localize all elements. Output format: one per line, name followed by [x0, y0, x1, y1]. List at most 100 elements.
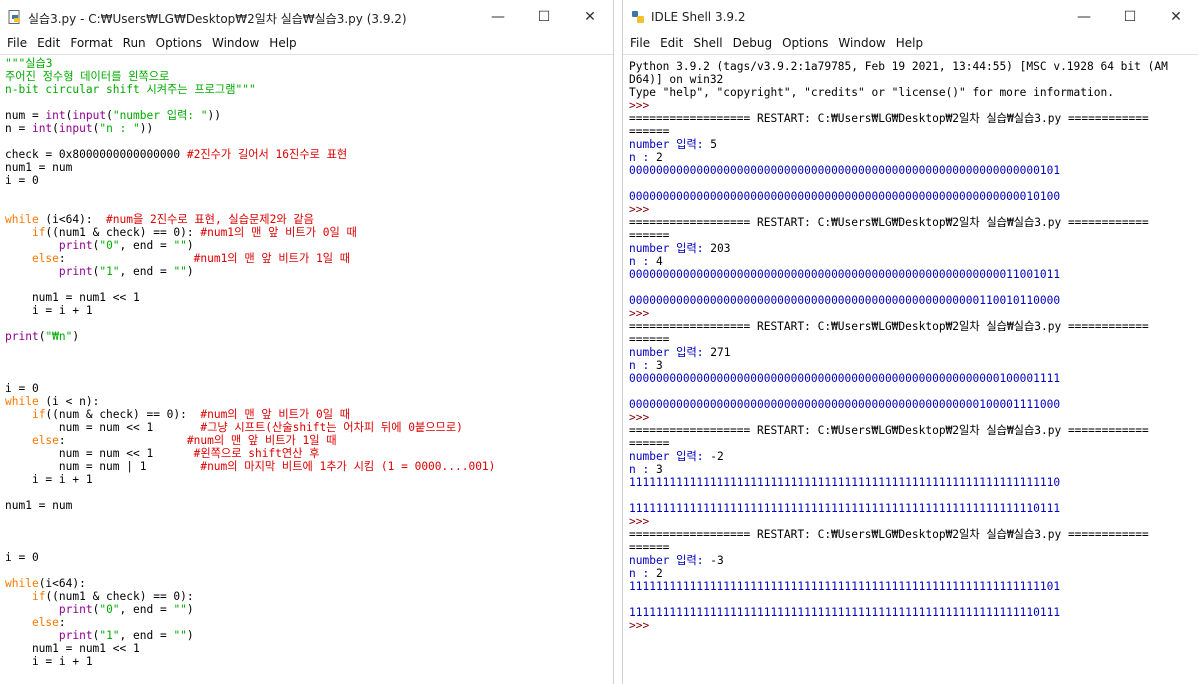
menu-options[interactable]: Options	[153, 34, 209, 54]
code-line-token: int	[45, 109, 66, 122]
code-line: i = 0	[5, 551, 39, 564]
maximize-button[interactable]: ☐	[521, 0, 567, 34]
menu-shell[interactable]: Shell	[690, 34, 729, 54]
shell-line: 1111111111111111111111111111111111111111…	[629, 476, 1060, 489]
shell-line-token: 0000000000000000000000000000000000000000…	[629, 190, 1061, 203]
shell-line-token: ================== RESTART: C:₩Users₩LG₩…	[629, 320, 1149, 333]
code-line-token: n-bit circular shift 시켜주는 프로그램"""	[5, 83, 256, 96]
shell-line-token: 0000000000000000000000000000000000000000…	[629, 398, 1061, 411]
code-line-token: if	[31, 408, 46, 421]
shell-line: ================== RESTART: C:₩Users₩LG₩…	[629, 112, 1149, 125]
shell-line: 1111111111111111111111111111111111111111…	[629, 580, 1060, 593]
code-line-token: print	[58, 603, 93, 616]
code-line: """실습3	[5, 57, 53, 70]
code-line-token	[5, 226, 32, 239]
code-line: print("0", end = "")	[5, 603, 194, 616]
code-line: i = i + 1	[5, 473, 93, 486]
code-line-token: num1 = num1 << 1	[5, 642, 140, 655]
shell-line-token: >>>	[629, 619, 656, 632]
code-line: num1 = num1 << 1	[5, 291, 140, 304]
menu-edit[interactable]: Edit	[657, 34, 690, 54]
shell-line-token: number 입력:	[629, 346, 711, 359]
shell-line-token: 3	[655, 463, 663, 476]
shell-line: number 입력: 271	[629, 346, 730, 359]
code-line-token: ((num & check) == 0):	[45, 408, 201, 421]
menu-file[interactable]: File	[627, 34, 657, 54]
code-line: if((num1 & check) == 0): #num1의 맨 앞 비트가 …	[5, 226, 357, 239]
code-line: while(i<64):	[5, 577, 86, 590]
code-line-token: #왼쪽으로 shift연산 후	[193, 447, 320, 460]
shell-line: D64)] on win32	[629, 73, 723, 86]
menu-help[interactable]: Help	[266, 34, 303, 54]
code-line-token	[5, 434, 32, 447]
shell-line: 1111111111111111111111111111111111111111…	[629, 502, 1060, 515]
shell-line-token: 0000000000000000000000000000000000000000…	[629, 372, 1061, 385]
editor-window: 실습3.py - C:₩Users₩LG₩Desktop₩2일차 실습₩실습3.…	[0, 0, 613, 684]
code-line-token: , end =	[119, 629, 174, 642]
shell-line: n : 2	[629, 151, 663, 164]
code-line-token: , end =	[119, 239, 174, 252]
menu-window[interactable]: Window	[209, 34, 266, 54]
code-line-token: (i<64):	[38, 577, 86, 590]
shell-line: 0000000000000000000000000000000000000000…	[629, 372, 1060, 385]
code-line-token: ""	[173, 603, 187, 616]
shell-output-area[interactable]: Python 3.9.2 (tags/v3.9.2:1a79785, Feb 1…	[623, 54, 1198, 684]
code-line-token: :	[58, 616, 66, 629]
code-line-token: num1 = num1 << 1	[5, 291, 140, 304]
shell-line: Type "help", "copyright", "credits" or "…	[629, 86, 1114, 99]
code-line-token: num1 = num	[5, 499, 73, 512]
code-line-token: num = num << 1	[5, 421, 201, 434]
shell-line-token: Python 3.9.2 (tags/v3.9.2:1a79785, Feb 1…	[629, 60, 1168, 73]
code-line: else: #num의 맨 앞 비트가 1일 때	[5, 434, 337, 447]
menu-file[interactable]: File	[4, 34, 34, 54]
minimize-button[interactable]: —	[475, 0, 521, 34]
shell-line-token: -3	[710, 554, 724, 567]
code-line-token: (i<64):	[38, 213, 107, 226]
shell-line: ======	[629, 229, 669, 242]
close-button[interactable]: ✕	[1153, 0, 1198, 34]
code-line: num = int(input("number 입력: "))	[5, 109, 221, 122]
shell-line: number 입력: 5	[629, 138, 717, 151]
close-button[interactable]: ✕	[567, 0, 613, 34]
code-line-token: i = 0	[5, 551, 39, 564]
code-line-token	[5, 252, 32, 265]
menu-format[interactable]: Format	[67, 34, 119, 54]
menu-window[interactable]: Window	[835, 34, 892, 54]
code-line-token: ""	[173, 629, 187, 642]
code-line-token: (	[106, 109, 113, 122]
shell-line-token: number 입력:	[629, 554, 711, 567]
shell-line-token: 4	[655, 255, 663, 268]
shell-line-token: ================== RESTART: C:₩Users₩LG₩…	[629, 528, 1149, 541]
maximize-button[interactable]: ☐	[1107, 0, 1153, 34]
code-line-token: while	[5, 577, 39, 590]
code-line-token: print	[5, 330, 39, 343]
menu-debug[interactable]: Debug	[730, 34, 779, 54]
shell-line: n : 3	[629, 359, 663, 372]
shell-line-token: n :	[629, 255, 656, 268]
shell-line-token: n :	[629, 463, 656, 476]
menu-edit[interactable]: Edit	[34, 34, 67, 54]
menu-options[interactable]: Options	[779, 34, 835, 54]
code-line-token: i = 0	[5, 174, 39, 187]
menu-run[interactable]: Run	[120, 34, 153, 54]
code-line-token: if	[31, 590, 46, 603]
code-line-token: ((num1 & check) == 0):	[45, 590, 194, 603]
code-line-token: :	[58, 434, 187, 447]
code-line-token: , end =	[119, 265, 174, 278]
shell-line: >>>	[629, 203, 656, 216]
shell-line: ================== RESTART: C:₩Users₩LG₩…	[629, 320, 1149, 333]
shell-titlebar[interactable]: IDLE Shell 3.9.2 — ☐ ✕	[623, 0, 1198, 34]
editor-titlebar[interactable]: 실습3.py - C:₩Users₩LG₩Desktop₩2일차 실습₩실습3.…	[0, 0, 613, 34]
code-line-token	[5, 616, 32, 629]
code-editor-area[interactable]: """실습3 주어진 정수형 데이터를 왼쪽으로 n-bit circular sh…	[0, 54, 613, 684]
shell-line: >>>	[629, 515, 656, 528]
shell-line-token: number 입력:	[629, 242, 711, 255]
shell-line-token: ======	[629, 333, 670, 346]
shell-line-token: >>>	[629, 203, 656, 216]
minimize-button[interactable]: —	[1061, 0, 1107, 34]
code-line-token: ))	[139, 122, 154, 135]
editor-title: 실습3.py - C:₩Users₩LG₩Desktop₩2일차 실습₩실습3.…	[28, 12, 407, 26]
code-line-token: "0"	[99, 603, 120, 616]
code-line-token: )	[186, 239, 194, 252]
menu-help[interactable]: Help	[893, 34, 930, 54]
